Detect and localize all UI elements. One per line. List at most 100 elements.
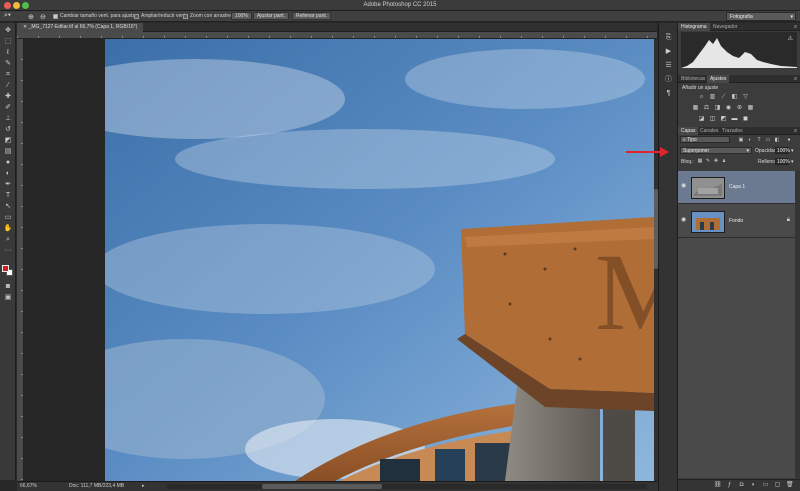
history-brush-tool-icon[interactable]: ↺ [3, 125, 13, 134]
hand-tool-icon[interactable]: ✋ [3, 224, 13, 233]
blur-tool-icon[interactable]: ● [3, 158, 13, 167]
lasso-tool-icon[interactable]: ℓ [3, 48, 13, 57]
chevron-down-icon[interactable]: ▾ [791, 159, 794, 165]
smart-object-filter-icon[interactable]: ◧ [774, 137, 780, 143]
pixel-filter-icon[interactable]: ▣ [738, 137, 744, 143]
document-size-info[interactable]: Doc: 111,7 MB/223,4 MB [69, 483, 124, 490]
zoom-in-icon[interactable]: ⊕ [28, 13, 34, 21]
hue-saturation-icon[interactable]: ▦ [692, 105, 699, 112]
tab-navigator[interactable]: Navegador [710, 23, 740, 31]
tab-histogram[interactable]: Histograma [678, 23, 710, 31]
info-panel-icon[interactable]: ⓘ [663, 75, 674, 85]
canvas-area[interactable]: M [25, 39, 654, 481]
zoom-all-windows-option[interactable]: Ampliar/reducir vent. [134, 13, 187, 19]
quick-mask-icon[interactable]: ◙ [3, 282, 13, 291]
panel-menu-icon[interactable]: ≡ [794, 75, 797, 83]
opacity-field[interactable]: 100% [775, 147, 790, 154]
marquee-tool-icon[interactable]: ⬚ [3, 37, 13, 46]
curves-icon[interactable]: ⟋ [720, 94, 727, 101]
exposure-icon[interactable]: ◧ [731, 94, 738, 101]
layers-scrollbar[interactable] [795, 171, 800, 478]
eyedropper-tool-icon[interactable]: ⁄ [3, 81, 13, 90]
tab-paths[interactable]: Trazados [719, 127, 746, 135]
shape-filter-icon[interactable]: ▭ [765, 137, 771, 143]
trash-icon[interactable]: 🗑︎ [786, 482, 794, 489]
zoom-all-windows-checkbox[interactable] [134, 13, 139, 19]
black-white-icon[interactable]: ◨ [714, 105, 721, 112]
zoom-out-icon[interactable]: ⊖ [40, 13, 46, 21]
levels-icon[interactable]: ▥ [709, 94, 716, 101]
lock-image-pixels-icon[interactable]: ✎ [705, 158, 711, 164]
threshold-icon[interactable]: ◩ [720, 116, 727, 123]
scrubby-zoom-option[interactable]: Zoom con arrastre [183, 13, 231, 19]
layer-row-capa-1[interactable]: ◉ Capa 1 [678, 171, 795, 204]
new-layer-icon[interactable]: ▢ [774, 482, 781, 489]
filter-toggle-icon[interactable]: ● [786, 137, 792, 143]
posterize-icon[interactable]: ◫ [709, 116, 716, 123]
quick-selection-tool-icon[interactable]: ✎ [3, 59, 13, 68]
canvas-horizontal-scrollbar[interactable] [167, 484, 647, 489]
fill-screen-button[interactable]: Rellenar pant. [292, 12, 332, 20]
panel-menu-icon[interactable]: ≡ [794, 127, 797, 135]
layer-name[interactable]: Capa 1 [729, 184, 745, 190]
layer-filter-select[interactable]: ⌕ Tipo [680, 136, 730, 143]
properties-panel-icon[interactable]: ☰ [663, 61, 674, 71]
path-selection-tool-icon[interactable]: ↖ [3, 202, 13, 211]
dodge-tool-icon[interactable]: ◐ [3, 169, 13, 178]
horizontal-scroll-thumb[interactable] [262, 484, 382, 489]
screen-mode-icon[interactable]: ▣ [3, 293, 13, 302]
lock-all-icon[interactable]: 🔒︎ [721, 158, 727, 164]
adjustment-filter-icon[interactable]: ◐ [747, 137, 753, 143]
channel-mixer-icon[interactable]: ⊛ [736, 105, 743, 112]
color-balance-icon[interactable]: ⚖ [703, 105, 710, 112]
panel-menu-icon[interactable]: ≡ [794, 23, 797, 31]
workspace-select[interactable]: Fotografía ▾ [726, 12, 796, 21]
type-filter-icon[interactable]: T [756, 137, 762, 143]
zoom-tool-icon[interactable]: ⌕ [3, 235, 13, 244]
healing-brush-tool-icon[interactable]: ✚ [3, 92, 13, 101]
foreground-color-swatch[interactable] [2, 265, 9, 272]
clone-stamp-tool-icon[interactable]: ⊥ [3, 114, 13, 123]
fit-screen-button[interactable]: Ajustar pant. [253, 12, 290, 20]
pen-tool-icon[interactable]: ✒ [3, 180, 13, 189]
shape-tool-icon[interactable]: ▭ [3, 213, 13, 222]
actions-panel-icon[interactable]: ▶ [663, 47, 674, 57]
zoom-tool-preset-icon[interactable]: ⌕▾ [4, 12, 18, 21]
layer-name[interactable]: Fondo [729, 218, 743, 224]
photo-filter-icon[interactable]: ◉ [725, 105, 732, 112]
zoom-level-field[interactable]: 66,67% [20, 483, 42, 490]
new-adjustment-layer-icon[interactable]: ◐ [750, 482, 757, 489]
tab-adjustments[interactable]: Ajustes [707, 75, 730, 83]
paragraph-panel-icon[interactable]: ¶ [663, 89, 674, 99]
layer-style-icon[interactable]: ƒ [726, 482, 733, 489]
type-tool-icon[interactable]: T [3, 191, 13, 200]
brightness-contrast-icon[interactable]: ☼ [698, 94, 705, 101]
move-tool-icon[interactable]: ✥ [3, 26, 13, 35]
eraser-tool-icon[interactable]: ◩ [3, 136, 13, 145]
zoom-100-button[interactable]: 100% [231, 12, 252, 20]
color-lookup-icon[interactable]: ▦ [747, 105, 754, 112]
histogram-warning-icon[interactable]: ⚠ [788, 35, 793, 42]
brush-tool-icon[interactable]: ✐ [3, 103, 13, 112]
resize-windows-checkbox[interactable] [53, 13, 58, 19]
selective-color-icon[interactable]: ◼ [742, 116, 749, 123]
lock-position-icon[interactable]: ✥ [713, 158, 719, 164]
new-group-icon[interactable]: ▭ [762, 482, 769, 489]
link-layers-icon[interactable]: ⛓ [714, 482, 722, 489]
resize-windows-option[interactable]: Cambiar tamaño vent. para ajustar [53, 13, 137, 19]
tab-channels[interactable]: Canales [697, 127, 721, 135]
eye-icon[interactable]: ◉ [681, 183, 688, 190]
add-mask-icon[interactable]: ◘ [738, 482, 745, 489]
blend-mode-select[interactable]: Superponer ▾ [680, 147, 752, 154]
vertical-ruler[interactable] [17, 39, 24, 481]
horizontal-ruler[interactable] [17, 32, 657, 39]
chevron-down-icon[interactable]: ▾ [791, 148, 794, 154]
crop-tool-icon[interactable]: ⌗ [3, 70, 13, 79]
invert-icon[interactable]: ◪ [698, 116, 705, 123]
status-menu-arrow-icon[interactable]: ▸ [142, 483, 145, 489]
gradient-tool-icon[interactable]: ▤ [3, 147, 13, 156]
tab-layers[interactable]: Capas [678, 127, 699, 135]
document-image[interactable]: M [105, 39, 654, 481]
fill-field[interactable]: 100% [775, 158, 790, 165]
gradient-map-icon[interactable]: ▬ [731, 116, 738, 123]
